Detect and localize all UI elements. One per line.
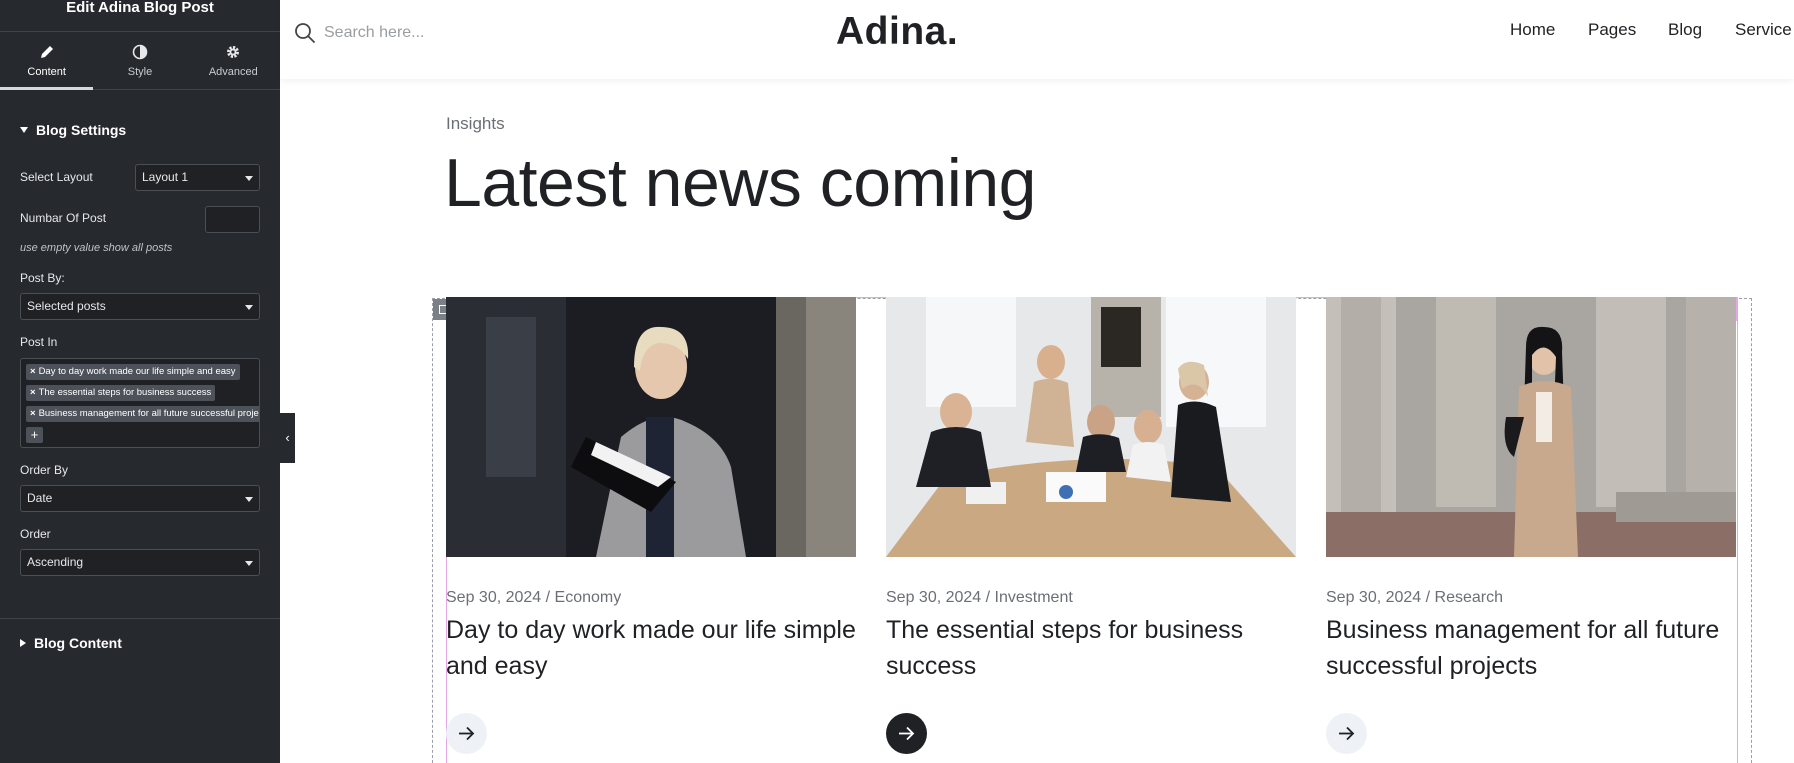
chevron-down-icon bbox=[245, 561, 253, 566]
post-image-graphic bbox=[886, 297, 1296, 557]
search-input[interactable] bbox=[324, 20, 544, 46]
tab-advanced-label: Advanced bbox=[208, 65, 258, 78]
search-icon[interactable] bbox=[294, 22, 316, 44]
chip-remove-icon[interactable]: × bbox=[30, 366, 36, 377]
number-of-post-label: Numbar Of Post bbox=[20, 211, 107, 225]
panel-tabs: Content Style Advanced bbox=[0, 32, 280, 90]
post-in-chip[interactable]: × Business management for all future succ… bbox=[26, 406, 259, 422]
order-by-value: Date bbox=[27, 491, 53, 505]
post-in-chip[interactable]: × Day to day work made our life simple an… bbox=[26, 364, 240, 380]
section-eyebrow: Insights bbox=[446, 114, 505, 133]
order-dropdown[interactable]: Ascending bbox=[20, 549, 260, 576]
number-hint: use empty value show all posts bbox=[20, 242, 173, 254]
order-by-label: Order By bbox=[20, 463, 69, 477]
post-meta: Sep 30, 2024 / Investment bbox=[886, 589, 1073, 606]
tab-style[interactable]: Style bbox=[93, 32, 186, 89]
post-image-graphic bbox=[1326, 297, 1736, 557]
order-label: Order bbox=[20, 527, 51, 541]
section-blog-content-label: Blog Content bbox=[34, 635, 122, 651]
read-more-button[interactable] bbox=[446, 713, 487, 754]
editor-window: Edit Adina Blog Post Content Style Advan… bbox=[0, 0, 1794, 763]
panel-title: Edit Adina Blog Post bbox=[0, 0, 280, 32]
post-image[interactable] bbox=[1326, 297, 1736, 557]
gear-icon bbox=[227, 45, 240, 58]
section-blog-settings-label: Blog Settings bbox=[36, 122, 127, 138]
post-in-multiselect[interactable]: × Day to day work made our life simple an… bbox=[20, 358, 260, 448]
post-title[interactable]: Business management for all future succe… bbox=[1326, 612, 1746, 684]
order-value: Ascending bbox=[27, 555, 84, 569]
read-more-button[interactable] bbox=[1326, 713, 1367, 754]
chevron-down-icon bbox=[245, 176, 253, 181]
caret-right-icon bbox=[20, 639, 26, 647]
post-by-value: Selected posts bbox=[27, 299, 106, 313]
pencil-icon bbox=[40, 45, 53, 58]
half-circle-icon bbox=[132, 44, 148, 59]
tab-style-label: Style bbox=[127, 65, 153, 78]
tab-content-label: Content bbox=[27, 65, 66, 78]
post-meta: Sep 30, 2024 / Economy bbox=[446, 589, 622, 606]
tab-advanced[interactable]: Advanced bbox=[187, 32, 280, 89]
chevron-down-icon bbox=[245, 497, 253, 502]
arrow-right-icon bbox=[459, 726, 475, 741]
section-blog-settings[interactable]: Blog Settings bbox=[0, 122, 146, 138]
post-image[interactable] bbox=[886, 297, 1296, 557]
nav-home[interactable]: Home bbox=[1510, 20, 1555, 40]
post-title[interactable]: Day to day work made our life simple and… bbox=[446, 612, 866, 684]
select-layout-label: Select Layout bbox=[20, 170, 93, 184]
nav-blog[interactable]: Blog bbox=[1668, 20, 1702, 40]
post-in-chip[interactable]: × The essential steps for business succes… bbox=[26, 385, 216, 401]
add-post-button[interactable]: + bbox=[26, 427, 43, 443]
caret-down-icon bbox=[20, 127, 28, 133]
section-headline: Latest news coming bbox=[444, 145, 1036, 221]
post-in-label: Post In bbox=[20, 335, 58, 349]
chip-remove-icon[interactable]: × bbox=[30, 387, 36, 398]
select-layout-value: Layout 1 bbox=[142, 170, 189, 184]
select-layout-dropdown[interactable]: Layout 1 bbox=[135, 164, 260, 191]
nav-service[interactable]: Service bbox=[1735, 20, 1792, 40]
site-header: Adina. Home Pages Blog Service bbox=[280, 0, 1794, 79]
tab-content[interactable]: Content bbox=[0, 32, 94, 90]
site-logo[interactable]: Adina. bbox=[836, 10, 958, 54]
post-image-graphic bbox=[446, 297, 856, 557]
collapse-panel-button[interactable]: ‹ bbox=[280, 413, 295, 463]
post-by-dropdown[interactable]: Selected posts bbox=[20, 293, 260, 320]
editor-panel: Edit Adina Blog Post Content Style Advan… bbox=[0, 0, 280, 763]
chip-remove-icon[interactable]: × bbox=[30, 408, 36, 419]
arrow-right-icon bbox=[1339, 726, 1355, 741]
arrow-right-icon bbox=[899, 726, 915, 741]
order-by-dropdown[interactable]: Date bbox=[20, 485, 260, 512]
section-blog-content[interactable]: Blog Content bbox=[0, 635, 142, 651]
post-image[interactable] bbox=[446, 297, 856, 557]
post-title[interactable]: The essential steps for business success bbox=[886, 612, 1306, 684]
post-meta: Sep 30, 2024 / Research bbox=[1326, 589, 1504, 606]
number-of-post-input[interactable] bbox=[205, 206, 260, 233]
read-more-button[interactable] bbox=[886, 713, 927, 754]
section-divider bbox=[0, 618, 280, 619]
post-by-label: Post By: bbox=[20, 271, 65, 285]
chevron-down-icon bbox=[245, 305, 253, 310]
nav-pages[interactable]: Pages bbox=[1588, 20, 1636, 40]
